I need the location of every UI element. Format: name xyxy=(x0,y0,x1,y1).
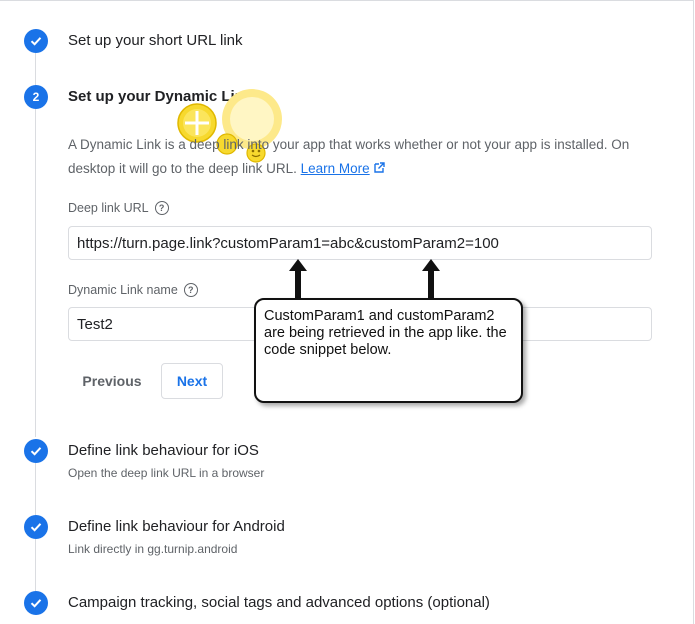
deep-link-url-label: Deep link URL ? xyxy=(68,201,169,215)
step-subtitle-android: Link directly in gg.turnip.android xyxy=(68,542,238,556)
step-complete-check-icon xyxy=(24,515,48,539)
learn-more-link[interactable]: Learn More xyxy=(301,161,370,176)
next-button[interactable]: Next xyxy=(161,363,223,399)
deep-link-url-label-text: Deep link URL xyxy=(68,201,149,215)
dynamic-link-description: A Dynamic Link is a deep link into your … xyxy=(68,133,658,181)
external-link-icon[interactable] xyxy=(373,162,386,174)
annotation-arrow-icon xyxy=(422,259,440,299)
previous-button[interactable]: Previous xyxy=(72,363,152,399)
step-complete-check-icon xyxy=(24,439,48,463)
dynamic-link-name-label: Dynamic Link name ? xyxy=(68,283,198,297)
dynamic-link-name-label-text: Dynamic Link name xyxy=(68,283,178,297)
step-title-ios[interactable]: Define link behaviour for iOS xyxy=(68,442,259,459)
learn-more-label: Learn More xyxy=(300,161,370,176)
step-title-campaign[interactable]: Campaign tracking, social tags and advan… xyxy=(68,594,490,611)
step-title-android[interactable]: Define link behaviour for Android xyxy=(68,518,285,535)
annotation-arrow-icon xyxy=(289,259,307,299)
step-connector xyxy=(35,539,36,591)
step-subtitle-ios: Open the deep link URL in a browser xyxy=(68,466,265,480)
step-title-short-url[interactable]: Set up your short URL link xyxy=(68,32,243,49)
step-complete-check-icon xyxy=(24,29,48,53)
step-connector xyxy=(35,109,36,437)
step-connector xyxy=(35,463,36,515)
help-icon[interactable]: ? xyxy=(183,283,198,297)
dynamic-link-name-value: Test2 xyxy=(77,315,113,333)
deep-link-url-input[interactable]: https://turn.page.link?customParam1=abc&… xyxy=(68,226,652,260)
annotation-callout: CustomParam1 and customParam2 are being … xyxy=(254,298,523,403)
step-number-badge: 2 xyxy=(24,85,48,109)
step-complete-check-icon xyxy=(24,591,48,615)
step-connector xyxy=(35,53,36,87)
help-icon[interactable]: ? xyxy=(154,201,169,215)
deep-link-url-value: https://turn.page.link?customParam1=abc&… xyxy=(77,234,499,252)
